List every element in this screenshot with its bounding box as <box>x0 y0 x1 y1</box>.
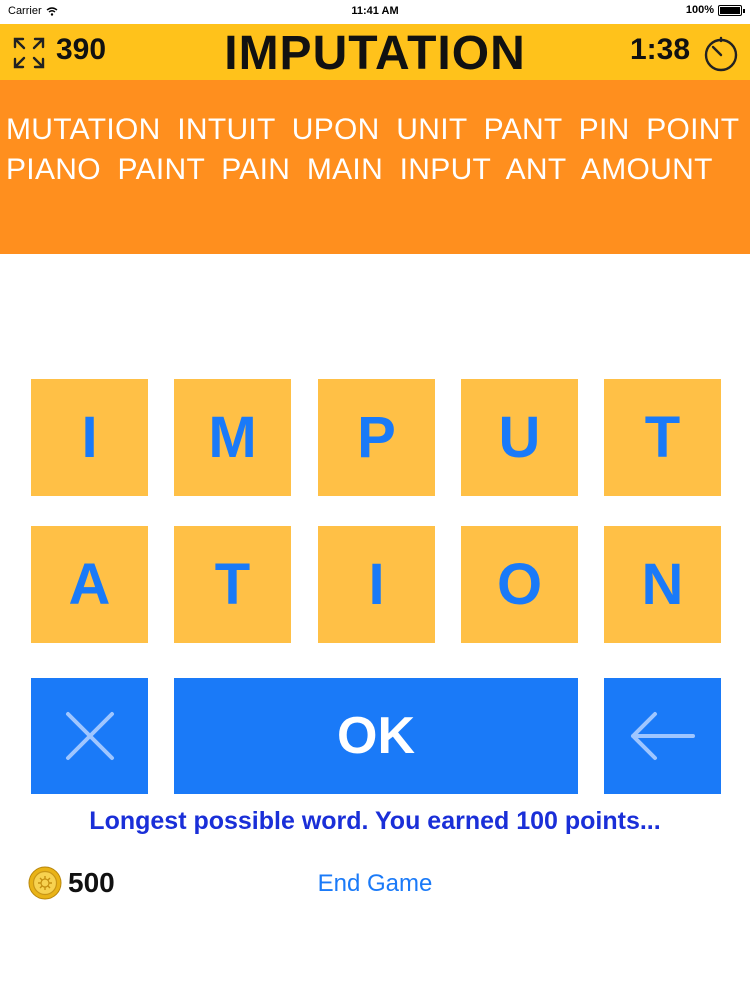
letter-tile[interactable]: T <box>604 379 721 496</box>
clear-button[interactable] <box>31 678 148 794</box>
letter-tile[interactable]: I <box>318 526 435 643</box>
game-header: 390 IMPUTATION 1:38 <box>0 24 750 80</box>
battery-status: 100% <box>685 4 745 16</box>
stopwatch-icon <box>704 36 738 72</box>
status-time: 11:41 AM <box>351 5 399 17</box>
letter-tile[interactable]: T <box>174 526 291 643</box>
letter-tile[interactable]: O <box>461 526 578 643</box>
letter-tile[interactable]: A <box>31 526 148 643</box>
ok-button[interactable]: OK <box>174 678 578 794</box>
feedback-message: Longest possible word. You earned 100 po… <box>89 807 661 835</box>
found-words-panel: MUTATION INTUIT UPON UNIT PANT PIN POINT… <box>0 80 750 254</box>
battery-percent: 100% <box>685 4 714 16</box>
backspace-button[interactable] <box>604 678 721 794</box>
found-words-list: MUTATION INTUIT UPON UNIT PANT PIN POINT… <box>6 113 739 186</box>
status-bar: Carrier 11:41 AM 100% <box>0 0 750 24</box>
battery-icon <box>718 4 745 16</box>
close-icon <box>65 712 114 760</box>
arrow-left-icon <box>630 712 695 760</box>
letter-tile[interactable]: P <box>318 379 435 496</box>
letter-tile[interactable]: N <box>604 526 721 643</box>
letter-tile[interactable]: U <box>461 379 578 496</box>
letter-tile[interactable]: I <box>31 379 148 496</box>
timer-value: 1:38 <box>629 33 690 66</box>
letter-tile[interactable]: M <box>174 379 291 496</box>
end-game-button[interactable]: End Game <box>0 870 750 898</box>
